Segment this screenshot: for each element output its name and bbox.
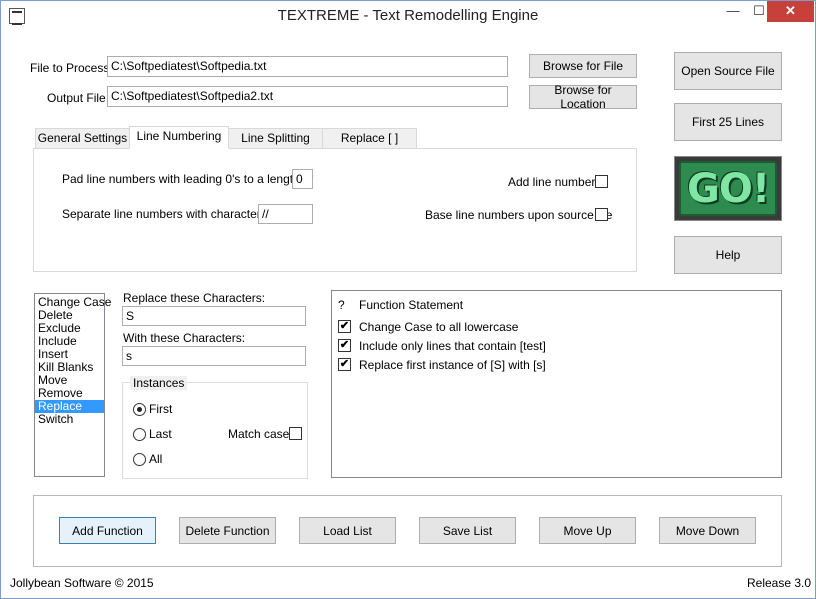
delete-function-button[interactable]: Delete Function	[179, 517, 276, 544]
first-25-lines-button[interactable]: First 25 Lines	[674, 103, 782, 141]
grid-header: ? Function Statement	[332, 295, 781, 314]
output-file-label: Output File	[47, 91, 106, 105]
function-row[interactable]: ✔ Change Case to all lowercase	[332, 317, 781, 336]
browse-file-button[interactable]: Browse for File	[529, 54, 637, 78]
function-row-checkbox[interactable]: ✔	[338, 339, 351, 352]
function-row-checkbox[interactable]: ✔	[338, 320, 351, 333]
function-row-checkbox[interactable]: ✔	[338, 358, 351, 371]
title-bar[interactable]: TEXTREME - Text Remodelling Engine — ☐ ✕	[1, 1, 815, 31]
pad-length-label: Pad line numbers with leading 0's to a l…	[62, 172, 314, 186]
open-source-file-button[interactable]: Open Source File	[674, 52, 782, 90]
tab-line-splitting[interactable]: Line Splitting	[228, 128, 323, 148]
save-list-button[interactable]: Save List	[419, 517, 516, 544]
all-radio[interactable]	[133, 453, 146, 466]
function-row-text: Include only lines that contain [test]	[359, 339, 546, 353]
help-button[interactable]: Help	[674, 236, 782, 274]
line-numbering-panel: Pad line numbers with leading 0's to a l…	[33, 148, 637, 272]
match-case-label: Match case	[228, 427, 290, 441]
file-to-process-label: File to Process	[30, 61, 110, 75]
tab-replace[interactable]: Replace [ ]	[322, 128, 417, 148]
with-chars-label: With these Characters:	[123, 331, 246, 345]
function-type-list[interactable]: Change Case Delete Exclude Include Insert Kil…	[34, 293, 111, 477]
function-statement-grid[interactable]: ? Function Statement ✔ Change Case to all…	[331, 290, 782, 478]
function-row[interactable]: ✔ Include only lines that contain [test]	[332, 336, 781, 355]
tab-line-numbering[interactable]: Line Numbering	[129, 126, 229, 149]
separator-input[interactable]: //	[258, 204, 313, 224]
with-chars-input[interactable]: s	[122, 346, 306, 366]
go-logo-text: GO!	[687, 166, 770, 212]
output-file-input[interactable]: C:\Softpediatest\Softpedia2.txt	[107, 86, 508, 107]
all-radio-label: All	[149, 452, 163, 466]
add-line-numbers-label: Add line numbers	[508, 175, 602, 189]
grid-header-check: ?	[338, 298, 345, 312]
base-line-numbers-label: Base line numbers upon source file	[425, 208, 613, 222]
load-list-button[interactable]: Load List	[299, 517, 396, 544]
function-row-text: Replace first instance of [S] with [s]	[359, 358, 546, 372]
match-case-checkbox[interactable]	[289, 427, 302, 440]
first-radio-label: First	[149, 402, 173, 416]
browse-location-button[interactable]: Browse for Location	[529, 83, 637, 111]
go-logo-image: GO!	[679, 161, 777, 216]
add-line-numbers-checkbox[interactable]	[595, 175, 608, 188]
copyright-text: Jollybean Software © 2015	[10, 576, 154, 590]
window-title: TEXTREME - Text Remodelling Engine	[277, 7, 539, 24]
grid-header-label: Function Statement	[359, 298, 464, 312]
pad-length-input[interactable]: 0	[292, 169, 313, 189]
minimize-button[interactable]: —	[720, 1, 746, 22]
instances-label: Instances	[130, 376, 188, 390]
go-button[interactable]: GO!	[674, 156, 782, 221]
base-line-numbers-checkbox[interactable]	[595, 208, 608, 221]
replace-chars-label: Replace these Characters:	[123, 291, 266, 305]
file-to-process-input[interactable]: C:\Softpediatest\Softpedia.txt	[107, 56, 508, 77]
close-button[interactable]: ✕	[767, 1, 814, 22]
first-radio[interactable]	[133, 403, 146, 416]
move-down-button[interactable]: Move Down	[659, 517, 756, 544]
function-row-text: Change Case to all lowercase	[359, 320, 519, 334]
function-row[interactable]: ✔ Replace first instance of [S] with [s]	[332, 355, 781, 374]
add-function-button[interactable]: Add Function	[59, 517, 156, 544]
function-list-item[interactable]: Switch	[35, 413, 104, 426]
move-up-button[interactable]: Move Up	[539, 517, 636, 544]
replace-chars-input[interactable]: S	[122, 306, 306, 326]
tab-general-settings[interactable]: General Settings	[35, 128, 130, 148]
separator-label: Separate line numbers with character(s)	[62, 207, 275, 221]
last-radio-label: Last	[149, 427, 172, 441]
last-radio[interactable]	[133, 428, 146, 441]
release-text: Release 3.0	[747, 576, 812, 590]
